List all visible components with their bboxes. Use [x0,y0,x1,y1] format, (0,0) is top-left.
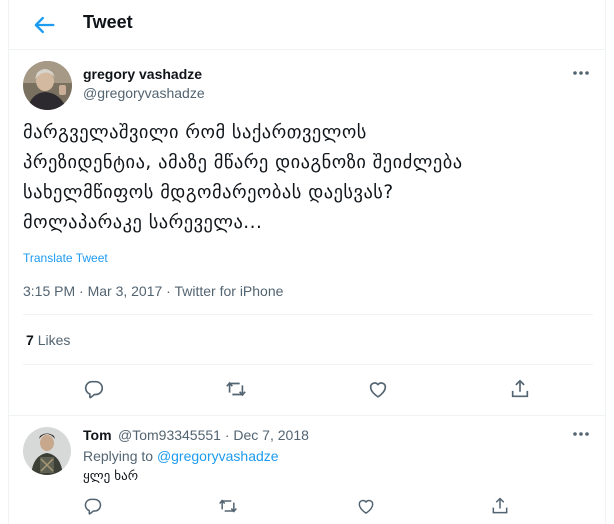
share-icon[interactable] [509,378,531,400]
reply-text: ყლე ხარ [83,469,139,484]
more-icon[interactable] [571,429,591,439]
tweet-text-line: მარგველაშვილი რომ საქართველოს [23,122,367,143]
divider [8,415,606,416]
retweet-icon[interactable] [225,378,247,400]
likes-count[interactable]: 7 Likes [26,332,70,348]
reply-icon[interactable] [83,496,103,516]
replying-to-link[interactable]: @gregoryvashadze [157,448,279,464]
tweet-text-line: სახელმწიფოს მდგომარეობას დაესვას? [23,182,394,203]
author-name[interactable]: gregory vashadze [83,66,202,82]
likes-label: Likes [37,332,71,348]
more-icon[interactable] [571,68,591,78]
reply-author-avatar[interactable] [23,427,71,475]
back-arrow-icon[interactable] [30,11,58,39]
divider [23,314,593,315]
retweet-icon[interactable] [218,496,238,516]
divider [23,364,593,365]
author-avatar[interactable] [23,61,72,110]
tweet-text-line: პრეზიდენტია, ამაზე მწარე დიაგნოზი შეიძლე… [23,152,463,173]
replying-to: Replying to @gregoryvashadze [83,448,279,464]
likes-number: 7 [26,332,34,348]
replying-to-label: Replying to [83,448,154,464]
page-title: Tweet [83,12,133,32]
reply-author-name[interactable]: Tom [83,427,112,443]
tweet-timestamp[interactable]: 3:15 PM · Mar 3, 2017 · Twitter for iPho… [23,283,283,299]
translate-tweet-link[interactable]: Translate Tweet [23,251,108,265]
heart-icon[interactable] [356,496,376,516]
share-icon[interactable] [490,496,510,516]
reply-icon[interactable] [83,378,105,400]
author-handle[interactable]: @gregoryvashadze [83,85,205,101]
reply-meta[interactable]: @Tom93345551 · Dec 7, 2018 [118,427,309,443]
page-header: Tweet [8,0,606,50]
heart-icon[interactable] [367,378,389,400]
tweet-text: მარგველაშვილი რომ საქართველოს პრეზიდენტი… [23,118,593,238]
tweet-text-line: მოლაპარაკე სარეველა... [23,212,263,233]
